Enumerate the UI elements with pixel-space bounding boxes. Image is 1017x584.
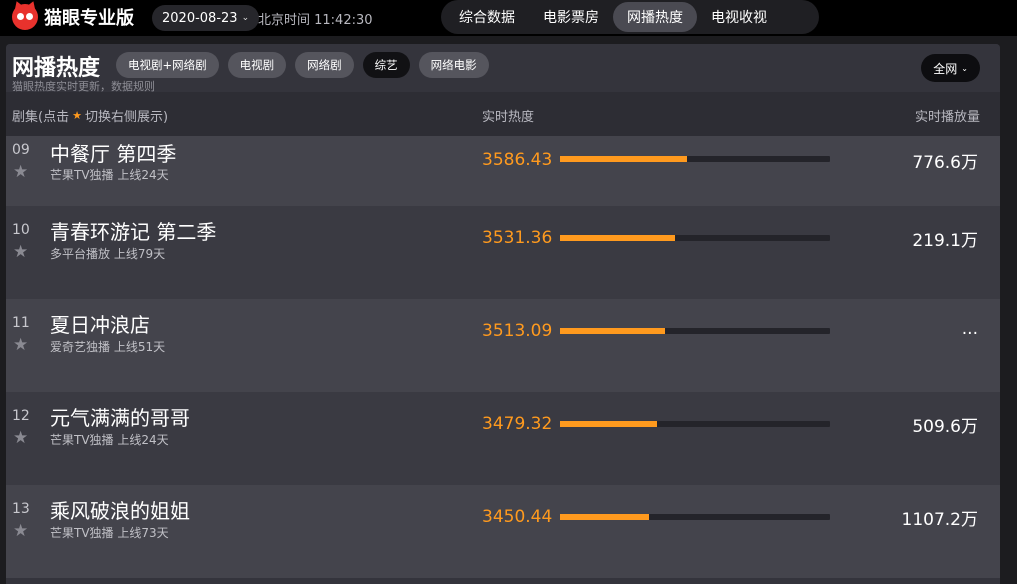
- heat-bar-fill: [560, 156, 687, 162]
- heat-bar-fill: [560, 421, 658, 427]
- play-count: 1107.2万: [901, 510, 978, 530]
- category-filters: 电视剧+网络剧 电视剧 网络剧 综艺 网络电影: [116, 52, 489, 78]
- table-row[interactable]: 12 ★ 元气满满的哥哥芒果TV独播 上线24天 3479.32 509.6万: [6, 392, 1000, 485]
- star-icon[interactable]: ★: [13, 162, 28, 182]
- heat-value: 3531.36: [482, 228, 553, 248]
- panel-header: 网播热度 猫眼热度实时更新，数据规则 电视剧+网络剧 电视剧 网络剧 综艺 网络电影 全…: [6, 44, 1000, 93]
- rank-number: 13: [12, 501, 30, 517]
- nav-tab[interactable]: 电视收视: [697, 2, 781, 32]
- star-icon[interactable]: ★: [13, 242, 28, 262]
- heat-bar: [560, 235, 830, 241]
- show-meta: 芒果TV独播 上线24天: [50, 168, 169, 182]
- column-header: 剧集(点击 ★ 切换右侧展示) 实时热度 实时播放量: [6, 92, 1000, 136]
- rank-number: 12: [12, 408, 30, 424]
- show-name: 乘风破浪的姐姐: [50, 499, 190, 523]
- scrollbar[interactable]: [1000, 44, 1017, 584]
- rank-number: 11: [12, 315, 30, 331]
- heat-value: 3450.44: [482, 507, 553, 527]
- cat-eye-logo-icon: [11, 0, 39, 30]
- logo-text: 猫眼专业版: [44, 8, 134, 29]
- heat-bar: [560, 328, 830, 334]
- heat-value: 3513.09: [482, 321, 553, 341]
- date-selector[interactable]: 2020-08-23 ⌄: [152, 5, 260, 31]
- heat-bar: [560, 421, 830, 427]
- scope-value: 全网: [933, 61, 958, 76]
- show-name: 中餐厅 第四季: [50, 142, 177, 166]
- star-icon[interactable]: ★: [13, 428, 28, 448]
- table-row[interactable]: 10 ★ 青春环游记 第二季多平台播放 上线79天 3531.36 219.1万: [6, 206, 1000, 299]
- category-filter[interactable]: 网络剧: [295, 52, 354, 78]
- rank-number: 09: [12, 142, 30, 158]
- star-icon[interactable]: ★: [13, 335, 28, 355]
- play-count: ...: [961, 319, 978, 339]
- play-count: 219.1万: [912, 231, 978, 251]
- show-name: 青春环游记 第二季: [50, 220, 217, 244]
- column-title: 剧集(点击 ★ 切换右侧展示): [12, 106, 168, 125]
- heat-value: 3479.32: [482, 414, 553, 434]
- heat-bar: [560, 514, 830, 520]
- column-title-prefix: 剧集(点击: [12, 110, 70, 125]
- column-plays[interactable]: 实时播放量: [915, 106, 980, 125]
- app-logo[interactable]: 猫眼专业版: [11, 0, 134, 30]
- category-filter[interactable]: 综艺: [362, 52, 410, 78]
- heat-bar-fill: [560, 328, 666, 334]
- heat-value: 3586.43: [482, 150, 553, 170]
- main-nav: 综合数据 电影票房 网播热度 电视收视: [441, 0, 819, 34]
- category-filter[interactable]: 电视剧: [227, 52, 287, 78]
- scope-selector[interactable]: 全网 ⌄: [921, 54, 980, 82]
- ranking-panel: 网播热度 猫眼热度实时更新，数据规则 电视剧+网络剧 电视剧 网络剧 综艺 网络电影 全…: [6, 44, 1000, 584]
- star-icon: ★: [72, 109, 82, 122]
- category-filter[interactable]: 网络电影: [418, 52, 489, 78]
- play-count: 776.6万: [912, 153, 978, 173]
- show-name: 夏日冲浪店: [50, 313, 150, 337]
- table-row[interactable]: 09 ★ 中餐厅 第四季芒果TV独播 上线24天 3586.43 776.6万: [6, 136, 1000, 206]
- table-row[interactable]: 13 ★ 乘风破浪的姐姐芒果TV独播 上线73天 3450.44 1107.2万: [6, 485, 1000, 578]
- show-name: 元气满满的哥哥: [50, 406, 190, 430]
- chevron-down-icon: ⌄: [961, 63, 968, 73]
- show-meta: 芒果TV独播 上线24天: [50, 433, 169, 447]
- column-heat: 实时热度: [482, 110, 535, 125]
- beijing-time: 北京时间 11:42:30: [258, 13, 373, 28]
- nav-tab[interactable]: 电影票房: [529, 2, 613, 32]
- play-count: 509.6万: [912, 417, 978, 437]
- date-value: 2020-08-23: [162, 10, 238, 26]
- heat-bar-fill: [560, 514, 650, 520]
- nav-tab[interactable]: 网播热度: [613, 2, 697, 32]
- top-bar: 猫眼专业版 2020-08-23 ⌄ 北京时间 11:42:30 综合数据 电影票…: [0, 0, 1017, 36]
- rank-number: 10: [12, 222, 30, 238]
- star-icon[interactable]: ★: [13, 521, 28, 541]
- show-meta: 爱奇艺独播 上线51天: [50, 340, 166, 354]
- category-filter[interactable]: 电视剧+网络剧: [116, 52, 219, 78]
- table-row[interactable]: 11 ★ 夏日冲浪店爱奇艺独播 上线51天 3513.09...: [6, 299, 1000, 392]
- show-meta: 芒果TV独播 上线73天: [50, 526, 169, 540]
- ranking-list: 09 ★ 中餐厅 第四季芒果TV独播 上线24天 3586.43 776.6万 10 ★ 青春…: [6, 136, 1000, 578]
- column-title-suffix: 切换右侧展示): [84, 110, 169, 125]
- nav-tab[interactable]: 综合数据: [445, 2, 529, 32]
- show-meta: 多平台播放 上线79天: [50, 247, 166, 261]
- chevron-down-icon: ⌄: [241, 13, 250, 23]
- heat-bar-fill: [560, 235, 675, 241]
- heat-bar: [560, 156, 830, 162]
